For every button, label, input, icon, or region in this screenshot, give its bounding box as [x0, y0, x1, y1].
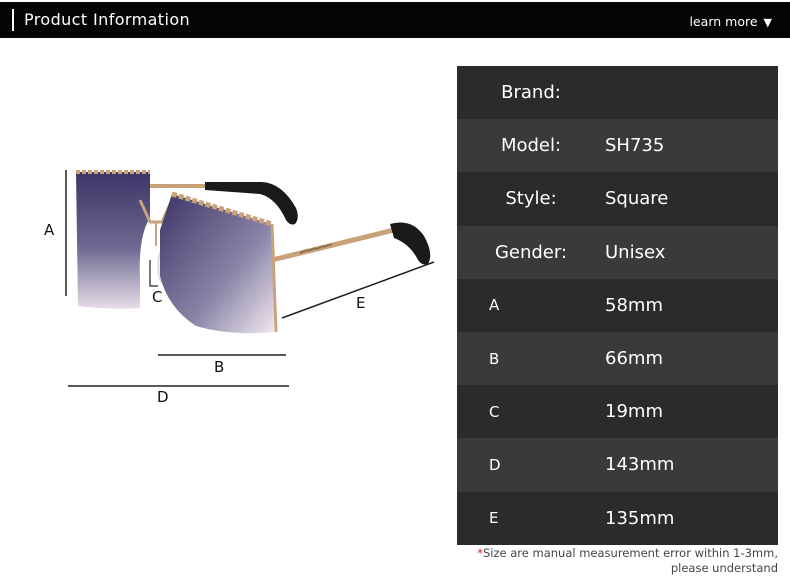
spec-row-brand: Brand:	[457, 66, 778, 120]
spec-table: Brand: Model: SH735 Style: Square Gender…	[457, 66, 778, 545]
spec-value: 66mm	[605, 348, 663, 370]
note-line-2: please understand	[670, 561, 778, 575]
spec-value: SH735	[605, 135, 665, 157]
spec-label: Gender:	[494, 241, 568, 263]
spec-row-d: D 143mm	[457, 438, 778, 492]
dimension-line-c	[149, 260, 158, 287]
spec-label: D	[489, 455, 501, 474]
header-accent-bar	[12, 9, 14, 31]
spec-value: 135mm	[605, 507, 675, 529]
left-lens	[76, 172, 150, 309]
spec-row-a: A 58mm	[457, 278, 778, 332]
spec-value: Square	[605, 188, 669, 210]
spec-row-e: E 135mm	[457, 491, 778, 545]
learn-more-link[interactable]: learn more ▼	[690, 14, 772, 29]
dropdown-arrow-icon: ▼	[763, 16, 772, 29]
spec-label: B	[489, 349, 500, 368]
right-lens	[160, 194, 274, 334]
spec-label: E	[489, 509, 499, 528]
dimension-label-b: B	[214, 358, 225, 376]
learn-more-label: learn more	[689, 14, 758, 29]
spec-label: A	[489, 296, 500, 315]
measurement-note: *Size are manual measurement error withi…	[477, 546, 778, 576]
spec-value: 58mm	[605, 294, 663, 316]
spec-value: 19mm	[605, 401, 663, 423]
spec-row-model: Model: SH735	[457, 119, 778, 173]
spec-value: 143mm	[605, 454, 675, 476]
near-temple-arm	[271, 222, 431, 265]
spec-value: Unisex	[605, 241, 666, 263]
header-bar: Product Information learn more ▼	[0, 2, 790, 38]
spec-row-style: Style: Square	[457, 172, 778, 226]
spec-row-b: B 66mm	[457, 331, 778, 386]
spec-label: Style:	[505, 188, 557, 210]
dimension-label-a: A	[44, 221, 55, 239]
sunglasses-diagram: A C E B D	[0, 40, 450, 480]
spec-row-gender: Gender: Unisex	[457, 225, 778, 279]
spec-row-c: C 19mm	[457, 385, 778, 439]
dimension-label-d: D	[157, 388, 169, 406]
spec-label: C	[489, 402, 500, 421]
sunglasses-illustration	[65, 170, 435, 387]
spec-label: Model:	[500, 135, 562, 157]
spec-label: Brand:	[501, 82, 561, 104]
dimension-label-e: E	[356, 294, 366, 312]
section-title: Product Information	[24, 10, 191, 29]
dimension-label-c: C	[152, 288, 163, 306]
note-line-1: Size are manual measurement error within…	[482, 546, 778, 560]
